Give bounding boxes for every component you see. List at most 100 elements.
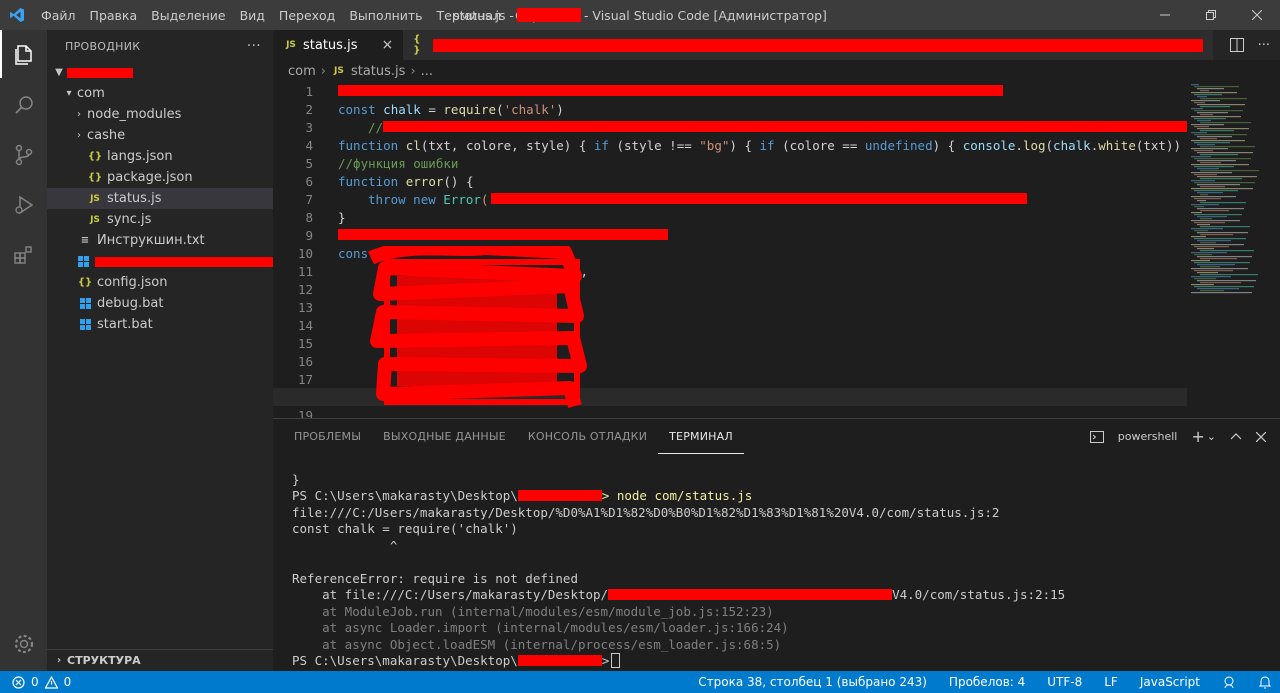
minimap-line [1197,176,1257,178]
close-window-button[interactable] [1234,0,1280,30]
minimap-line [1191,92,1237,94]
manage-activity[interactable] [0,619,47,669]
error-icon [12,675,25,689]
outline-section[interactable]: › СТРУКТУРА [47,649,273,671]
more-actions-icon[interactable]: ··· [1258,38,1270,53]
explorer-header: ПРОВОДНИК ··· [47,30,273,62]
minimap[interactable] [1187,82,1280,418]
close-icon[interactable] [1256,431,1266,442]
menu-view[interactable]: Вид [233,8,272,23]
restore-icon [1206,10,1216,20]
tree-item-label: sync.js [107,212,152,227]
windows-batch-icon [77,298,93,309]
restore-button[interactable] [1188,0,1234,30]
minimap-line [1194,86,1239,88]
tab-terminal[interactable]: ТЕРМИНАЛ [658,419,744,454]
tab-output[interactable]: ВЫХОДНЫЕ ДАННЫЕ [372,419,517,454]
tree-item[interactable]: {} config.json [47,272,273,293]
minimap-line [1200,130,1234,132]
tree-item[interactable]: › cashe [47,125,273,146]
warning-icon [44,675,58,689]
tree-item-label: cashe [87,128,126,143]
close-tab-icon[interactable]: × [381,37,393,53]
explorer-activity[interactable] [0,30,47,80]
terminal-line: PS C:\Users\makarasty\Desktop\ > [292,653,1065,670]
code-editor[interactable]: 12345678910111213141516171819 const chal… [273,82,1193,418]
bell-icon[interactable] [1258,675,1272,689]
end-of-line[interactable]: LF [1104,675,1118,689]
minimap-line [1200,90,1209,92]
menu-terminal[interactable]: Терминал [430,8,509,23]
json-file-icon: {} [87,172,103,183]
run-debug-activity[interactable] [0,180,47,230]
tab-json-file[interactable]: { } [403,30,1214,60]
terminal-line: file:///C:/Users/makarasty/Desktop/%D0%A… [292,504,1000,520]
extensions-activity[interactable] [0,230,47,280]
menu-file[interactable]: Файл [34,8,83,23]
menu-edit[interactable]: Правка [83,8,145,23]
tab-problems[interactable]: ПРОБЛЕМЫ [283,419,372,454]
breadcrumb-file[interactable]: status.js [351,64,405,79]
feedback-icon[interactable] [1222,675,1236,689]
minimap-line [1191,140,1245,142]
terminal-line: const chalk = require('chalk') [292,521,518,537]
indentation[interactable]: Пробелов: 4 [949,675,1025,689]
tree-item[interactable]: JS sync.js [47,209,273,230]
minimap-line [1194,214,1242,216]
minimap-line [1191,252,1227,254]
menu-go[interactable]: Переход [272,8,342,23]
breadcrumb-more[interactable]: ... [421,64,433,79]
minimap-line [1197,88,1224,90]
menu-selection[interactable]: Выделение [144,8,232,23]
minimap-line [1191,196,1236,198]
terminal-shell-selector[interactable]: powershell [1118,430,1178,443]
tree-item[interactable]: JS status.js [47,188,273,209]
split-editor-icon[interactable] [1229,38,1244,52]
minimap-line [1194,166,1234,168]
language-mode[interactable]: JavaScript [1140,675,1200,689]
search-activity[interactable] [0,80,47,130]
file-tree: ▼ ▾ com › node_modules › cashe {} langs.json {} p… [47,62,273,335]
source-control-activity[interactable] [0,130,47,180]
encoding[interactable]: UTF-8 [1047,675,1082,689]
minimap-line [1200,162,1221,164]
minimap-line [1194,94,1222,96]
code-line-9 [273,226,1193,244]
chevron-up-icon[interactable] [1230,431,1242,443]
menu-run[interactable]: Выполнить [342,8,429,23]
close-icon [1252,10,1262,20]
minimap-line [1191,244,1244,246]
breadcrumb-folder[interactable]: com [288,64,316,79]
tree-item-label: start.bat [97,317,153,332]
minimap-line [1191,236,1206,238]
minimap-line [1200,242,1216,244]
problems-status[interactable]: 0 0 [0,675,71,689]
tree-item[interactable]: start.bat [47,314,273,335]
new-terminal-button[interactable]: + [1191,427,1204,446]
more-actions-icon[interactable]: ··· [247,38,261,54]
tree-root-folder[interactable]: ▼ [47,62,273,83]
cursor-position[interactable]: Строка 38, столбец 1 (выбрано 243) [698,675,927,689]
minimap-line [1191,284,1214,286]
tree-item[interactable]: {} langs.json [47,146,273,167]
tab-status-js[interactable]: JS status.js × [273,30,404,60]
minimap-line [1191,164,1249,166]
tree-item[interactable]: › node_modules [47,104,273,125]
line-number: 15 [297,336,313,351]
tree-item[interactable] [47,251,273,272]
json-file-icon: { } [413,34,421,56]
terminal-output[interactable]: } PS C:\Users\makarasty\Desktop\ > node c… [292,471,1065,669]
tree-item[interactable]: {} package.json [47,167,273,188]
tab-debug-console[interactable]: КОНСОЛЬ ОТЛАДКИ [517,419,658,454]
minimap-line [1200,98,1247,100]
tree-item[interactable]: ▾ com [47,83,273,104]
tree-item[interactable]: debug.bat [47,293,273,314]
minimap-line [1194,254,1212,256]
chevron-down-icon[interactable]: ⌄ [1207,430,1216,443]
tree-item[interactable]: ≡ Инструкшин.txt [47,230,273,251]
chevron-right-icon: › [56,655,62,666]
menu-help[interactable]: Справка [508,8,577,23]
minimap-line [1200,106,1230,108]
minimize-button[interactable] [1142,0,1188,30]
